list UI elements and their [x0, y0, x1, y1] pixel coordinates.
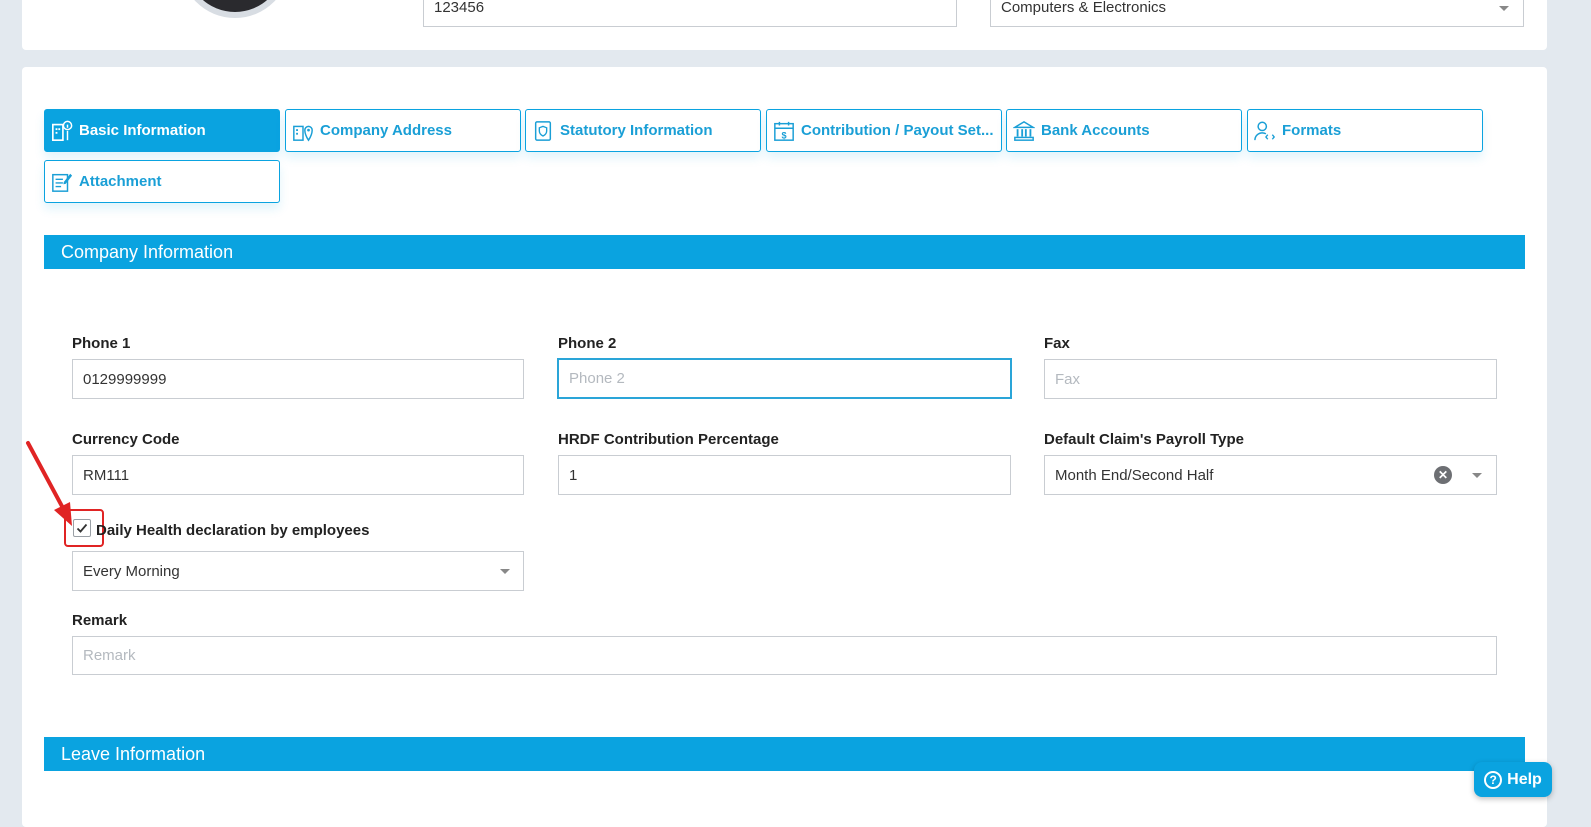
- scrollbar[interactable]: [1577, 0, 1591, 827]
- claim-type-select[interactable]: Month End/Second Half ✕: [1044, 455, 1497, 495]
- section-leave-information: Leave Information: [44, 737, 1525, 771]
- help-label: Help: [1507, 770, 1542, 788]
- main-card: Basic Information Company Address Statut…: [22, 67, 1547, 827]
- claim-type-label: Default Claim's Payroll Type: [1044, 431, 1245, 448]
- help-button[interactable]: ? Help: [1474, 762, 1552, 797]
- phone1-label: Phone 1: [72, 335, 131, 352]
- tab-label: Statutory Information: [560, 122, 713, 139]
- phone2-placeholder: Phone 2: [569, 370, 625, 387]
- industry-select[interactable]: Computers & Electronics: [990, 0, 1524, 27]
- document-shield-icon: [534, 120, 552, 141]
- chevron-down-icon: [1499, 6, 1509, 11]
- health-declaration-checkbox[interactable]: [73, 519, 91, 537]
- question-icon: ?: [1484, 770, 1503, 789]
- claim-type-value: Month End/Second Half: [1055, 466, 1214, 484]
- currency-code-value: RM111: [83, 466, 130, 484]
- industry-value: Computers & Electronics: [1001, 0, 1167, 16]
- hrdf-value: 1: [569, 466, 578, 484]
- currency-code-label: Currency Code: [72, 431, 180, 448]
- phone2-label: Phone 2: [558, 335, 617, 352]
- tab-company-address[interactable]: Company Address: [285, 109, 521, 152]
- tab-bank-accounts[interactable]: Bank Accounts: [1006, 109, 1242, 152]
- company-logo-avatar: [180, 0, 290, 18]
- phone1-value: 0129999999: [83, 370, 167, 388]
- tab-label: Formats: [1282, 122, 1342, 139]
- health-frequency-select[interactable]: Every Morning: [72, 551, 524, 591]
- section-title: Leave Information: [61, 743, 206, 764]
- hrdf-label: HRDF Contribution Percentage: [558, 431, 779, 448]
- chevron-down-icon: [500, 569, 510, 574]
- fax-placeholder: Fax: [1055, 370, 1081, 388]
- building-info-icon: [52, 120, 73, 141]
- tab-basic-information[interactable]: Basic Information: [44, 109, 280, 152]
- bank-icon: [1013, 120, 1035, 141]
- health-declaration-label: Daily Health declaration by employees: [96, 522, 370, 539]
- top-card: 123456 Computers & Electronics: [22, 0, 1547, 50]
- tab-statutory-information[interactable]: Statutory Information: [525, 109, 761, 152]
- clear-icon[interactable]: ✕: [1434, 466, 1452, 484]
- phone2-field[interactable]: Phone 2: [557, 358, 1012, 399]
- remark-placeholder: Remark: [83, 647, 136, 664]
- health-frequency-value: Every Morning: [83, 562, 180, 580]
- tab-contribution-payout[interactable]: $ Contribution / Payout Set...: [766, 109, 1002, 152]
- tab-attachment[interactable]: Attachment: [44, 160, 280, 203]
- remark-field[interactable]: Remark: [72, 636, 1497, 675]
- document-pen-icon: [52, 173, 73, 192]
- hrdf-field[interactable]: 1: [558, 455, 1011, 495]
- remark-label: Remark: [72, 612, 128, 629]
- section-company-information: Company Information: [44, 235, 1525, 269]
- tab-label: Contribution / Payout Set...: [801, 122, 994, 139]
- check-icon: [76, 523, 88, 533]
- svg-text:$: $: [781, 130, 786, 140]
- tab-label: Attachment: [79, 173, 162, 190]
- section-title: Company Information: [61, 241, 234, 262]
- tab-label: Company Address: [320, 122, 452, 139]
- phone1-field[interactable]: 0129999999: [72, 359, 524, 399]
- registration-number-field[interactable]: 123456: [423, 0, 957, 27]
- user-code-icon: [1254, 121, 1276, 140]
- fax-field[interactable]: Fax: [1044, 359, 1497, 399]
- tab-label: Bank Accounts: [1041, 122, 1150, 139]
- tab-label: Basic Information: [79, 122, 206, 139]
- fax-label: Fax: [1044, 335, 1070, 352]
- calendar-dollar-icon: $: [774, 121, 794, 141]
- building-pin-icon: [293, 125, 313, 141]
- tab-formats[interactable]: Formats: [1247, 109, 1483, 152]
- registration-number-value: 123456: [434, 0, 485, 16]
- chevron-down-icon[interactable]: [1472, 473, 1482, 478]
- currency-code-field[interactable]: RM111: [72, 455, 524, 495]
